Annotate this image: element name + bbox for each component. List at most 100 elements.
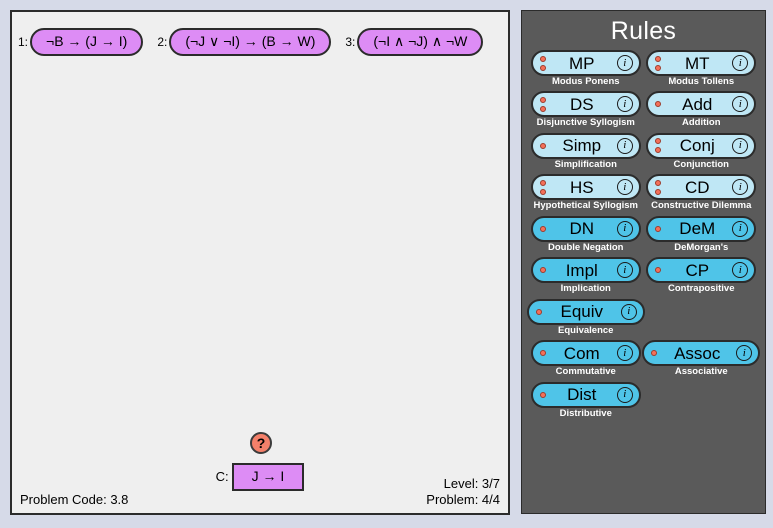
info-icon[interactable]: i	[732, 137, 749, 154]
rule-cell-empty: i	[644, 299, 760, 329]
info-icon[interactable]: i	[732, 96, 749, 113]
rule-full-name: Associative	[674, 366, 728, 378]
premise-count-dots	[539, 135, 546, 157]
premise-formula[interactable]: ¬B → (J → I)	[30, 27, 144, 57]
rule-row: HS i Hypothetical Syllogism CD i Constructive…	[528, 174, 759, 214]
premise-dot-icon	[655, 267, 662, 274]
rule-cell-simp: Simp i Simplification	[528, 132, 644, 173]
premise-count-dots	[651, 342, 658, 364]
info-icon[interactable]: i	[616, 386, 633, 403]
rule-full-name: Commutative	[555, 366, 616, 378]
info-icon[interactable]: i	[732, 55, 749, 71]
rule-cell-ds: DS i Disjunctive Syllogism	[528, 91, 644, 131]
premise-dot-icon	[539, 64, 546, 71]
status-badge[interactable]: ?	[249, 431, 272, 454]
rule-full-name: Conjunction	[673, 158, 729, 170]
rule-button-add[interactable]: Add i	[646, 91, 757, 118]
rule-row: EquiviEquivalencei	[526, 298, 760, 339]
info-icon[interactable]: i	[616, 137, 633, 154]
premise-dot-icon	[539, 391, 546, 398]
premise-count-dots	[655, 176, 662, 198]
rule-button-simp[interactable]: Simp i	[530, 132, 641, 159]
premise-dot-icon	[539, 55, 546, 62]
info-icon[interactable]: i	[736, 345, 753, 362]
rule-cell-cp: CP i Contrapositive	[644, 257, 760, 297]
rule-button-dn[interactable]: DN i	[530, 215, 641, 242]
rules-grid: MP i Modus Ponens MT i Modus Tollens DS i Disjun…	[522, 50, 765, 422]
premise-formula[interactable]: (¬J ∨ ¬I) → (B → W)	[169, 27, 332, 57]
rule-row: MP i Modus Ponens MT i Modus Tollens	[528, 50, 759, 90]
premise-dot-icon	[539, 188, 546, 195]
premise-count-dots	[539, 176, 546, 198]
rule-button-hs[interactable]: HS i	[530, 174, 641, 201]
rule-full-name: Distributive	[559, 407, 612, 419]
conclusion-formula[interactable]: J → I	[231, 462, 305, 491]
rule-cell-com: Com i Commutative	[528, 340, 644, 380]
premise-dot-icon	[655, 138, 662, 145]
premise-count-dots	[539, 259, 546, 281]
info-icon[interactable]: i	[616, 179, 633, 196]
rule-cell-dist: Dist i Distributive	[528, 381, 644, 422]
rule-button-com[interactable]: Com i	[530, 340, 641, 367]
rule-row: DistiDistributivei	[528, 381, 759, 422]
rule-full-name: Modus Ponens	[551, 76, 620, 87]
info-icon[interactable]: i	[616, 96, 633, 113]
premise-count-dots	[655, 93, 662, 115]
premise-count-dots	[655, 218, 662, 240]
premise-item: 1: ¬B → (J → I)	[18, 27, 144, 57]
rule-button-cd[interactable]: CD i	[646, 174, 757, 201]
premise-dot-icon	[655, 147, 662, 154]
rule-full-name: Constructive Dilemma	[651, 200, 752, 212]
rule-full-name: Simplification	[554, 158, 617, 170]
rule-row: DN i Double Negation DeM i DeMorgan's	[528, 215, 759, 256]
premise-index: 1:	[18, 34, 29, 49]
premise-count-dots	[539, 342, 546, 364]
rule-full-name: Contrapositive	[667, 283, 735, 295]
rule-row: DS i Disjunctive Syllogism Add i Addition	[528, 91, 759, 131]
rule-full-name: Hypothetical Syllogism	[533, 200, 639, 212]
level-label: Level: 3/7	[443, 475, 500, 491]
rule-cell-hs: HS i Hypothetical Syllogism	[528, 174, 644, 214]
rule-cell-equiv: Equiv i Equivalence	[526, 298, 645, 339]
premise-count-dots	[655, 259, 662, 281]
premise-dot-icon	[539, 142, 546, 149]
premise-dot-icon	[651, 350, 658, 357]
premise-count-dots	[539, 384, 546, 406]
premise-dot-icon	[539, 350, 546, 357]
premise-dot-icon	[539, 96, 546, 103]
rule-button-mp[interactable]: MP i	[530, 50, 641, 76]
rule-row: Impl i Implication CP i Contrapositive	[528, 257, 759, 297]
info-icon[interactable]: i	[616, 55, 633, 71]
premise-formula[interactable]: (¬I ∧ ¬J) ∧ ¬W	[357, 27, 484, 57]
info-icon[interactable]: i	[616, 345, 633, 362]
info-icon[interactable]: i	[732, 220, 749, 237]
premise-dot-icon	[535, 308, 542, 315]
rule-full-name: Modus Tollens	[668, 76, 735, 87]
info-icon[interactable]: i	[732, 179, 749, 196]
rule-cell-mp: MP i Modus Ponens	[528, 50, 644, 90]
rule-button-mt[interactable]: MT i	[646, 50, 757, 76]
rule-button-dist[interactable]: Dist i	[530, 381, 641, 408]
info-icon[interactable]: i	[620, 303, 637, 320]
premise-index: 2:	[157, 34, 168, 49]
premise-dot-icon	[655, 55, 662, 62]
info-icon[interactable]: i	[616, 220, 633, 237]
premise-count-dots	[539, 52, 546, 74]
rule-button-impl[interactable]: Impl i	[530, 257, 641, 284]
conclusion-label: C:	[215, 469, 229, 485]
premise-dot-icon	[539, 225, 546, 232]
rule-button-assoc[interactable]: Assoc i	[642, 340, 761, 367]
rule-button-equiv[interactable]: Equiv i	[526, 298, 645, 325]
rule-button-dem[interactable]: DeM i	[646, 215, 757, 242]
rule-button-ds[interactable]: DS i	[530, 91, 641, 118]
info-icon[interactable]: i	[616, 262, 633, 279]
proof-work-area[interactable]: 1: ¬B → (J → I) 2: (¬J ∨ ¬I) → (B → W) 3: (¬I…	[10, 10, 510, 515]
rule-button-cp[interactable]: CP i	[646, 257, 757, 284]
premise-dot-icon	[539, 105, 546, 112]
rule-full-name: Implication	[560, 283, 611, 295]
rule-button-conj[interactable]: Conj i	[646, 132, 757, 159]
premise-count-dots	[539, 93, 546, 115]
premise-count-dots	[535, 301, 542, 323]
info-icon[interactable]: i	[732, 262, 749, 279]
problem-code-label: Problem Code: 3.8	[20, 492, 129, 507]
